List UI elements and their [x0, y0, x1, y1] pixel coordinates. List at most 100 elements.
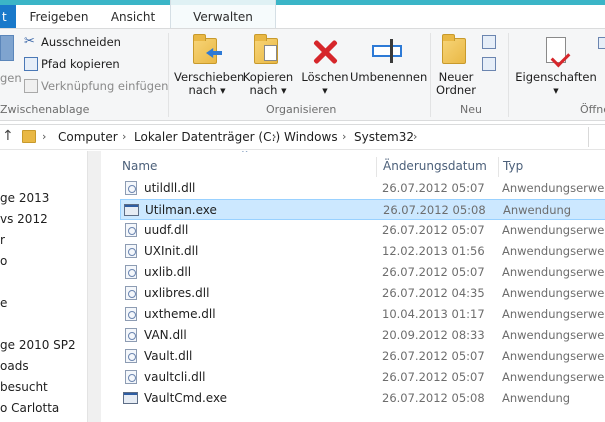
file-type: Anwendungserwe...	[502, 223, 605, 237]
delete-x-icon	[308, 33, 342, 67]
rename-button[interactable]: Umbenennen	[350, 31, 428, 101]
dll-file-icon	[125, 370, 137, 384]
nav-item[interactable]: vs 2012	[0, 212, 48, 226]
dll-file-icon	[125, 244, 137, 258]
cut-button[interactable]: Ausschneiden	[24, 32, 121, 52]
chevron-right-icon[interactable]: ›	[342, 130, 346, 143]
file-type: Anwendung	[502, 391, 571, 405]
tab-view[interactable]: Ansicht	[102, 5, 164, 29]
chevron-right-icon[interactable]: ›	[413, 130, 417, 143]
chevron-down-icon: ▼	[220, 87, 226, 95]
easy-access-icon[interactable]	[482, 57, 496, 71]
file-row[interactable]: utildll.dll 26.07.2012 05:07 Anwendungserw…	[120, 178, 605, 199]
file-name: uxtheme.dll	[144, 307, 216, 321]
file-name: utildll.dll	[144, 181, 196, 195]
file-row[interactable]: VaultCmd.exe 26.07.2012 05:08 Anwendung	[120, 388, 605, 409]
file-type: Anwendungserwe...	[502, 349, 605, 363]
nav-item[interactable]: oads	[0, 359, 29, 373]
address-bar[interactable]: ↑ › Computer › Lokaler Datenträger (C:) …	[0, 124, 605, 150]
dll-file-icon	[125, 223, 137, 237]
exe-file-icon	[123, 392, 138, 404]
file-date: 26.07.2012 05:07	[382, 223, 485, 237]
paste-icon	[0, 35, 14, 61]
chevron-right-icon[interactable]: ›	[42, 130, 46, 143]
up-arrow-icon[interactable]: ↑	[2, 128, 14, 144]
nav-item[interactable]: o Carlotta	[0, 401, 59, 415]
new-folder-icon	[439, 33, 473, 67]
tab-manage[interactable]: Verwalten	[170, 0, 276, 29]
tab-file[interactable]: t	[0, 5, 16, 29]
copy-path-button[interactable]: Pfad kopieren	[24, 54, 120, 74]
file-name: Utilman.exe	[145, 203, 217, 217]
column-header-date[interactable]: Änderungsdatum	[383, 159, 487, 173]
nav-item[interactable]: besucht	[0, 380, 48, 394]
column-header-type[interactable]: Typ	[503, 159, 523, 173]
rename-label: Umbenennen	[350, 70, 428, 84]
file-row[interactable]: uxlibres.dll 26.07.2012 04:35 Anwendungser…	[120, 283, 605, 304]
file-row[interactable]: uxtheme.dll 10.04.2013 01:17 Anwendungserw…	[120, 304, 605, 325]
file-row[interactable]: VAN.dll 20.09.2012 08:33 Anwendungserwe...	[120, 325, 605, 346]
file-row[interactable]: UXInit.dll 12.02.2013 01:56 Anwendungserwe…	[120, 241, 605, 262]
chevron-down-icon: ▼	[553, 87, 559, 95]
nav-item[interactable]: e	[0, 296, 7, 310]
file-list: ^ Name Änderungsdatum Typ utildll.dll 26.…	[101, 151, 605, 422]
file-date: 10.04.2013 01:17	[382, 307, 485, 321]
file-name: VAN.dll	[144, 328, 187, 342]
breadcrumb-computer[interactable]: Computer	[58, 130, 118, 144]
file-row[interactable]: uxlib.dll 26.07.2012 05:07 Anwendungserwe.…	[120, 262, 605, 283]
file-name: VaultCmd.exe	[144, 391, 228, 405]
folder-icon	[22, 130, 36, 143]
nav-item[interactable]: ge 2013	[0, 191, 49, 205]
nav-item[interactable]: r	[0, 233, 5, 247]
move-to-button[interactable]: Verschieben nach ▼	[174, 31, 244, 101]
column-header-name[interactable]: Name	[122, 159, 157, 173]
nav-item[interactable]: o	[0, 254, 7, 268]
exe-file-icon	[124, 204, 139, 216]
copy-to-button[interactable]: Kopieren nach ▼	[240, 31, 296, 101]
file-type: Anwendungserwe...	[502, 307, 605, 321]
file-row[interactable]: uudf.dll 26.07.2012 05:07 Anwendungserwe..…	[120, 220, 605, 241]
copy-to-label-2: nach	[249, 83, 278, 97]
breadcrumb-local-disk[interactable]: Lokaler Datenträger (C:)	[134, 130, 280, 144]
group-separator	[168, 33, 169, 117]
copy-path-label: Pfad kopieren	[41, 57, 120, 71]
scissors-icon	[24, 32, 38, 52]
address-dropdown[interactable]	[588, 127, 605, 147]
group-label-new: Neu	[460, 103, 482, 116]
column-divider[interactable]	[498, 157, 499, 177]
nav-pane-scrollbar[interactable]	[87, 151, 101, 422]
breadcrumb-windows[interactable]: Windows	[284, 130, 338, 144]
ribbon-tab-row: t Freigeben Ansicht Verwalten	[0, 0, 605, 29]
open-icon[interactable]	[598, 37, 605, 49]
file-row[interactable]: Utilman.exe 26.07.2012 05:08 Anwendung	[120, 199, 605, 220]
new-folder-button[interactable]: Neuer Ordner	[434, 31, 478, 101]
file-row[interactable]: Vault.dll 26.07.2012 05:07 Anwendungserwe.…	[120, 346, 605, 367]
tab-share[interactable]: Freigeben	[16, 5, 102, 29]
column-divider[interactable]	[376, 157, 377, 177]
chevron-right-icon[interactable]: ›	[122, 130, 126, 143]
file-date: 26.07.2012 05:08	[382, 391, 485, 405]
paste-shortcut-icon	[24, 79, 38, 93]
file-row[interactable]: vaultcli.dll 26.07.2012 05:07 Anwendungser…	[120, 367, 605, 388]
properties-button[interactable]: Eigenschaften ▼	[514, 31, 598, 101]
nav-item[interactable]: ge 2010 SP2	[0, 338, 76, 352]
chevron-down-icon: ▼	[281, 87, 287, 95]
properties-label: Eigenschaften	[515, 70, 597, 84]
breadcrumb-system32[interactable]: System32	[354, 130, 414, 144]
file-date: 26.07.2012 05:07	[382, 349, 485, 363]
properties-icon	[539, 33, 573, 67]
paste-button-label[interactable]: gen	[0, 68, 22, 88]
group-label-organize: Organisieren	[266, 103, 337, 116]
file-type: Anwendungserwe...	[502, 265, 605, 279]
chevron-right-icon[interactable]: ›	[272, 130, 276, 143]
new-item-icon[interactable]	[482, 35, 496, 49]
dll-file-icon	[125, 265, 137, 279]
file-type: Anwendungserwe...	[502, 286, 605, 300]
group-separator	[508, 33, 509, 117]
file-name: Vault.dll	[144, 349, 193, 363]
delete-button[interactable]: Löschen ▼	[300, 31, 350, 101]
paste-shortcut-button[interactable]: Verknüpfung einfügen	[24, 76, 168, 96]
dll-file-icon	[125, 286, 137, 300]
file-type: Anwendungserwe...	[502, 370, 605, 384]
group-separator	[430, 33, 431, 117]
